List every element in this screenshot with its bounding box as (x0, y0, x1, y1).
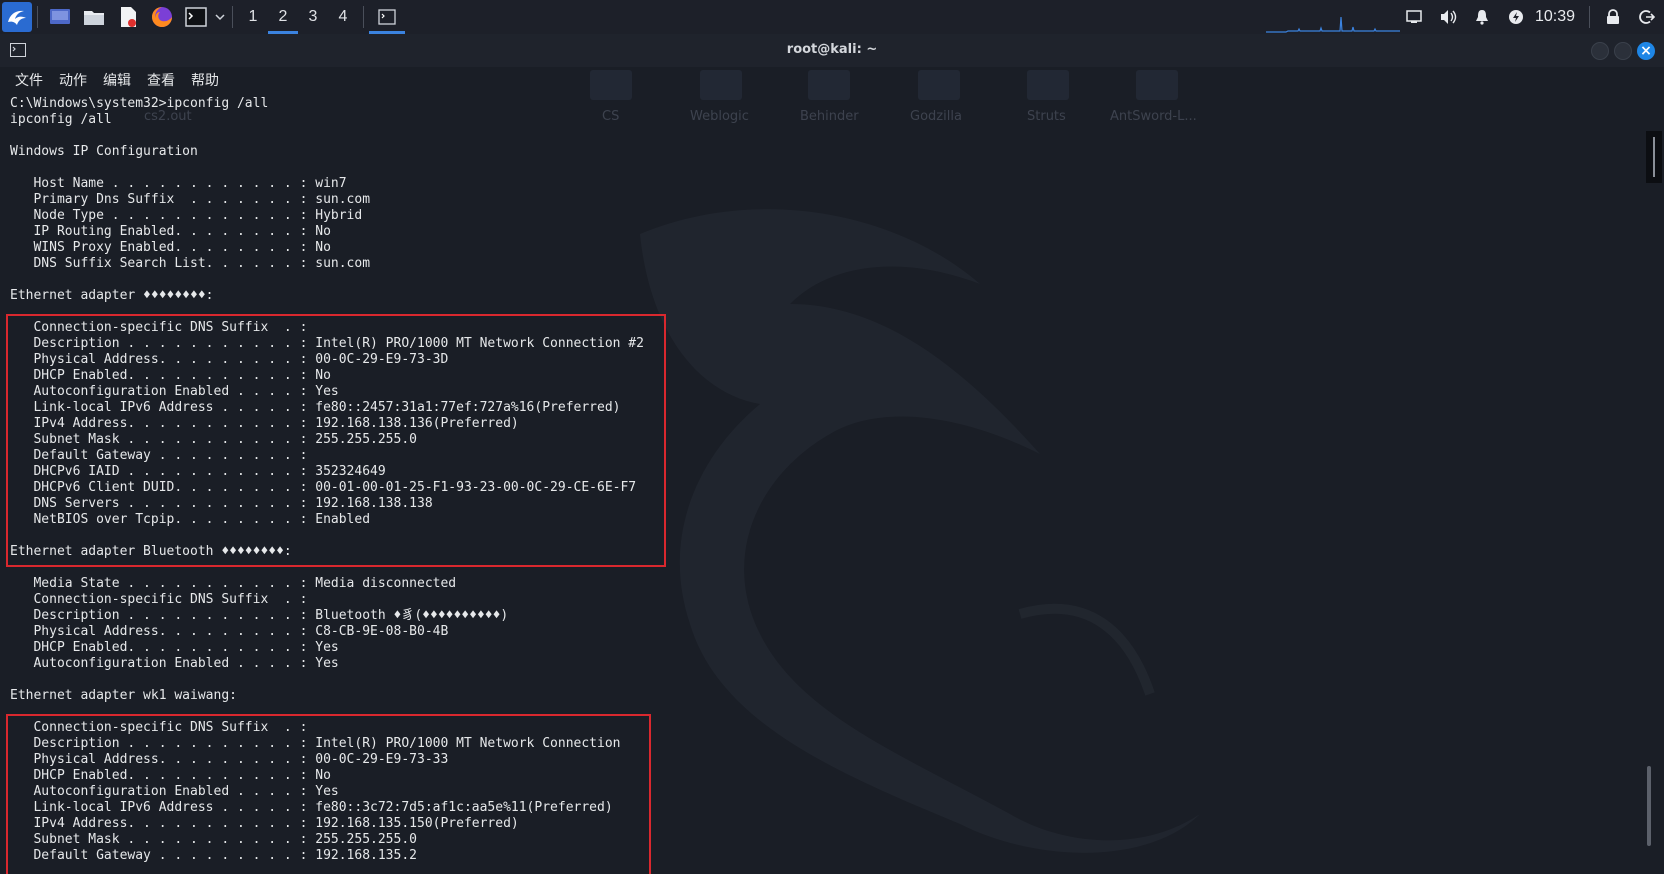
terminal-line: Description . . . . . . . . . . . : Blue… (10, 608, 509, 623)
terminal-line: Primary Dns Suffix . . . . . . . : sun.c… (10, 192, 371, 207)
terminal-line: DNS Suffix Search List. . . . . . : sun.… (10, 256, 371, 271)
menu-bar: 文件 动作 编辑 查看 帮助 (0, 67, 1664, 93)
lock-icon[interactable] (1596, 0, 1630, 34)
menu-help[interactable]: 帮助 (191, 70, 219, 90)
terminal-line: Ethernet adapter ♦♦♦♦♦♦♦♦: (10, 288, 214, 303)
kali-menu-icon[interactable] (2, 2, 32, 32)
volume-icon[interactable] (1431, 0, 1465, 34)
terminal-line: Host Name . . . . . . . . . . . . : win7 (10, 176, 347, 191)
terminal-line: Connection-specific DNS Suffix . : (10, 592, 308, 607)
terminal-line: DHCP Enabled. . . . . . . . . . . : Yes (10, 640, 339, 655)
terminal-line: WINS Proxy Enabled. . . . . . . . : No (10, 240, 331, 255)
highlight-box-adapter-1 (6, 314, 666, 567)
workspace-2[interactable]: 2 (268, 0, 298, 34)
close-button[interactable]: × (1637, 42, 1655, 60)
logout-icon[interactable] (1630, 0, 1664, 34)
terminal-line: Physical Address. . . . . . . . . : C8-C… (10, 624, 449, 639)
chevron-down-icon[interactable] (213, 0, 227, 34)
terminal-line: Ethernet adapter wk1 waiwang: (10, 688, 237, 703)
workspace-4[interactable]: 4 (328, 0, 358, 34)
menu-view[interactable]: 查看 (147, 70, 175, 90)
menu-edit[interactable]: 编辑 (103, 70, 131, 90)
workspace-1[interactable]: 1 (238, 0, 268, 34)
desktop-icon[interactable] (46, 3, 74, 31)
file-manager-icon[interactable] (80, 3, 108, 31)
panel-separator (363, 6, 364, 28)
scrollbar-minimap[interactable] (1646, 131, 1662, 183)
terminal-line: IP Routing Enabled. . . . . . . . : No (10, 224, 331, 239)
top-panel: 1 2 3 4 10:39 (0, 0, 1664, 34)
power-manager-icon[interactable] (1499, 0, 1533, 34)
bell-icon[interactable] (1465, 0, 1499, 34)
window-title: root@kali: ~ (786, 42, 878, 57)
workspace-3[interactable]: 3 (298, 0, 328, 34)
minimize-button[interactable] (1591, 42, 1609, 60)
terminal-window: cs2.out CS Weblogic Behinder Godzilla St… (0, 34, 1664, 874)
system-tray: 10:39 (1397, 0, 1664, 34)
clock[interactable]: 10:39 (1533, 8, 1583, 26)
scrollbar-thumb[interactable] (1647, 766, 1651, 846)
panel-separator (1589, 6, 1590, 28)
text-editor-icon[interactable] (114, 3, 142, 31)
terminal-line: Autoconfiguration Enabled . . . . : Yes (10, 656, 339, 671)
highlight-box-adapter-wk1 (6, 714, 651, 874)
firefox-icon[interactable] (148, 3, 176, 31)
terminal-output-area[interactable]: C:\Windows\system32>ipconfig /all ipconf… (0, 93, 1640, 874)
maximize-button[interactable] (1614, 42, 1632, 60)
taskbar-terminal-button[interactable] (369, 0, 405, 34)
terminal-line: ipconfig /all (10, 112, 112, 127)
terminal-line: Windows IP Configuration (10, 144, 198, 159)
terminal-line: Media State . . . . . . . . . . . : Medi… (10, 576, 457, 591)
panel-separator (37, 6, 38, 28)
menu-actions[interactable]: 动作 (59, 70, 87, 90)
terminal-line: C:\Windows\system32>ipconfig /all (10, 96, 269, 111)
terminal-icon[interactable] (182, 3, 210, 31)
display-icon[interactable] (1397, 0, 1431, 34)
window-titlebar[interactable]: root@kali: ~ × (0, 34, 1664, 67)
panel-separator (232, 6, 233, 28)
terminal-line: Node Type . . . . . . . . . . . . : Hybr… (10, 208, 363, 223)
close-icon: × (1640, 43, 1652, 59)
menu-file[interactable]: 文件 (15, 70, 43, 90)
network-monitor-graph (1266, 16, 1400, 33)
